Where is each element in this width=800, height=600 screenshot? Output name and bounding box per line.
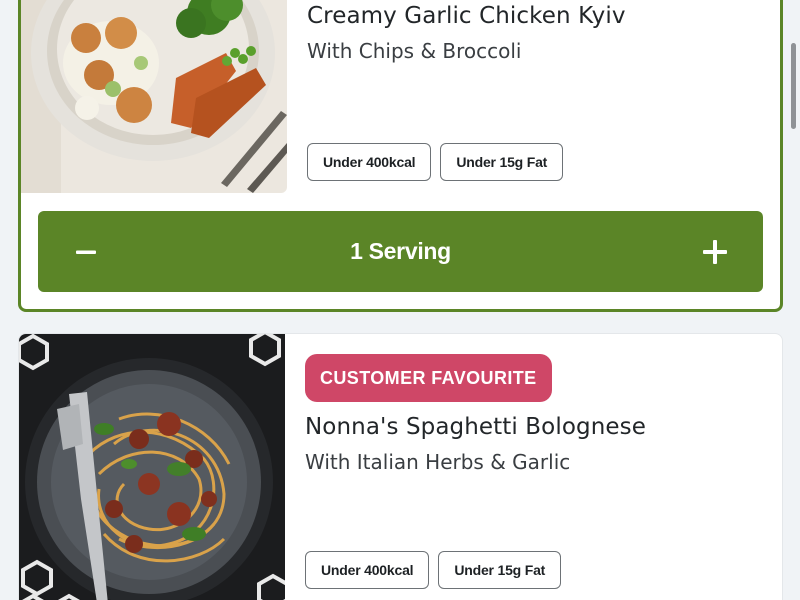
meal-title: Creamy Garlic Chicken Kyiv [307,3,626,29]
meal-subtitle: With Italian Herbs & Garlic [305,450,571,474]
plus-icon [702,239,727,264]
scrollbar-thumb[interactable] [791,43,796,129]
meal-card-spaghetti-bolognese[interactable]: CUSTOMER FAVOURITE Nonna's Spaghetti Bol… [18,333,783,600]
decrease-serving-button[interactable] [38,211,134,292]
meal-tags: Under 400kcal Under 15g Fat [307,143,564,181]
meal-info: CUSTOMER FAVOURITE Nonna's Spaghetti Bol… [305,354,770,474]
servings-count: 1 Serving [350,238,451,264]
chicken-kyiv-image[interactable] [21,0,287,193]
meal-tags: Under 400kcal Under 15g Fat [305,551,562,589]
tag-under-15g-fat: Under 15g Fat [440,143,564,181]
meal-title: Nonna's Spaghetti Bolognese [305,414,646,440]
meal-card-chicken-kyiv[interactable]: Creamy Garlic Chicken Kyiv With Chips & … [18,0,783,312]
customer-favourite-badge: CUSTOMER FAVOURITE [305,354,552,402]
spaghetti-bolognese-image[interactable] [19,334,285,600]
servings-control: 1 Serving [38,211,763,292]
increase-serving-button[interactable] [667,211,763,292]
tag-under-400kcal: Under 400kcal [307,143,432,181]
meal-subtitle: With Chips & Broccoli [307,39,522,63]
tag-under-400kcal: Under 400kcal [305,551,430,589]
meal-info: Creamy Garlic Chicken Kyiv With Chips & … [307,3,768,63]
minus-icon [76,250,96,254]
tag-under-15g-fat: Under 15g Fat [438,551,562,589]
